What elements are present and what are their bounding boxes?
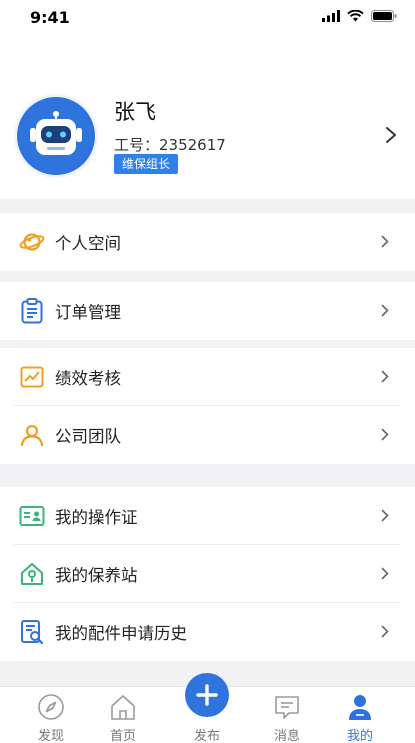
chevron-right-icon <box>381 235 389 248</box>
status-bar: 9:41 <box>0 0 415 36</box>
chevron-right-icon <box>386 127 396 143</box>
menu-group-performance: 绩效考核 公司团队 <box>0 348 415 464</box>
menu-group-personal: 个人空间 <box>0 213 415 271</box>
publish-button[interactable] <box>185 673 229 717</box>
person-icon <box>349 695 371 720</box>
team-icon <box>18 421 46 449</box>
robot-avatar-icon <box>30 111 82 155</box>
menu-item-parts-request-history[interactable]: 我的配件申请历史 <box>0 603 415 661</box>
chevron-right-icon <box>381 304 389 317</box>
profile-header[interactable]: 张飞 工号：2352617 维保组长 <box>0 36 415 199</box>
chevron-right-icon <box>381 625 389 638</box>
wifi-icon <box>347 10 364 22</box>
chevron-right-icon <box>381 567 389 580</box>
tab-label: 发布 <box>193 729 220 743</box>
avatar <box>14 94 98 178</box>
menu-item-order-management[interactable]: 订单管理 <box>0 282 415 340</box>
tab-label: 消息 <box>273 729 300 743</box>
home-icon <box>111 695 135 720</box>
plus-icon <box>196 684 218 706</box>
role-badge: 维保组长 <box>114 154 179 174</box>
menu-item-label: 绩效考核 <box>55 369 121 388</box>
tab-messages[interactable]: 消息 <box>257 687 317 743</box>
house-icon <box>18 560 46 588</box>
tab-label: 我的 <box>346 729 373 743</box>
tab-label: 首页 <box>109 729 136 743</box>
id-card-icon <box>18 502 46 530</box>
menu-item-operation-certificate[interactable]: 我的操作证 <box>0 487 415 545</box>
chart-icon <box>18 363 46 391</box>
menu-item-company-team[interactable]: 公司团队 <box>0 406 415 464</box>
menu-item-maintenance-station[interactable]: 我的保养站 <box>0 545 415 603</box>
chevron-right-icon <box>381 428 389 441</box>
tab-discover[interactable]: 发现 <box>21 687 81 743</box>
chevron-right-icon <box>381 370 389 383</box>
tab-mine[interactable]: 我的 <box>330 687 390 743</box>
planet-icon <box>18 228 46 256</box>
menu-item-label: 我的操作证 <box>55 508 138 527</box>
message-icon <box>275 696 299 719</box>
menu-item-personal-space[interactable]: 个人空间 <box>0 213 415 271</box>
status-time: 9:41 <box>30 8 70 27</box>
document-search-icon <box>18 618 46 646</box>
menu-item-label: 我的保养站 <box>55 566 138 585</box>
tab-publish[interactable]: 发布 <box>177 673 237 743</box>
tab-bar: 发现 首页 发布 消息 我的 <box>0 673 415 743</box>
menu-group-mine: 我的操作证 我的保养站 我的配件申请历史 <box>0 487 415 661</box>
tab-label: 发现 <box>37 729 64 743</box>
menu-group-orders: 订单管理 <box>0 282 415 340</box>
menu-item-label: 个人空间 <box>55 234 121 253</box>
menu-item-label: 订单管理 <box>55 303 121 322</box>
tab-home[interactable]: 首页 <box>93 687 153 743</box>
menu-item-label: 公司团队 <box>55 427 121 446</box>
chevron-right-icon <box>381 509 389 522</box>
signal-icon <box>322 10 340 22</box>
user-name: 张飞 <box>114 100 156 124</box>
employee-id: 工号：2352617 <box>114 136 226 154</box>
battery-icon <box>371 10 397 22</box>
compass-icon <box>38 694 64 720</box>
status-icons <box>322 10 397 22</box>
menu-item-label: 我的配件申请历史 <box>55 624 187 643</box>
clipboard-icon <box>18 297 46 325</box>
menu-item-performance[interactable]: 绩效考核 <box>0 348 415 406</box>
